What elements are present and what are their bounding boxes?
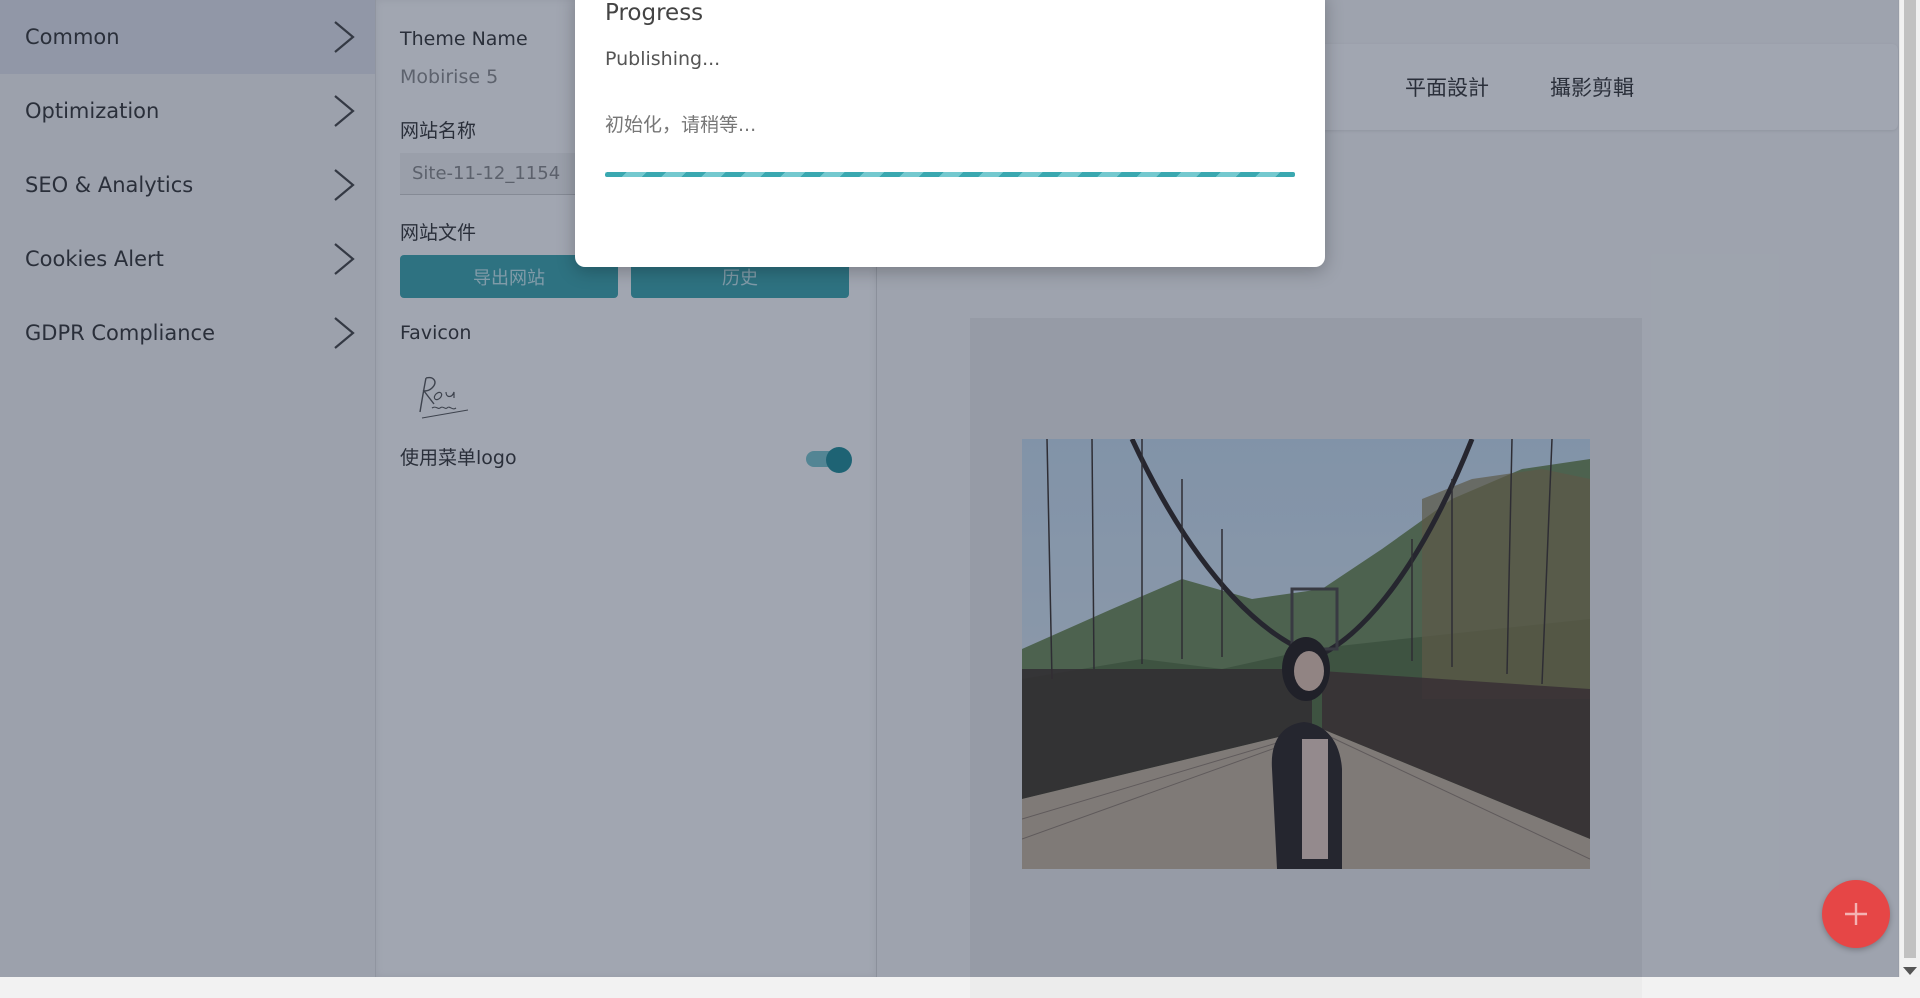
progress-dialog: Progress Publishing... 初始化，请稍等... (575, 0, 1325, 267)
progress-bar (605, 172, 1295, 177)
scrollbar-thumb[interactable] (1904, 0, 1916, 958)
publish-detail-text: 初始化，请稍等... (605, 114, 757, 136)
page-scrollbar[interactable] (1899, 0, 1920, 977)
publish-status-text: Publishing... (605, 48, 721, 70)
scroll-down-arrow-icon[interactable] (1903, 967, 1917, 975)
plus-icon (1845, 903, 1867, 925)
dialog-title: Progress (605, 0, 704, 26)
add-block-button[interactable] (1822, 880, 1890, 948)
